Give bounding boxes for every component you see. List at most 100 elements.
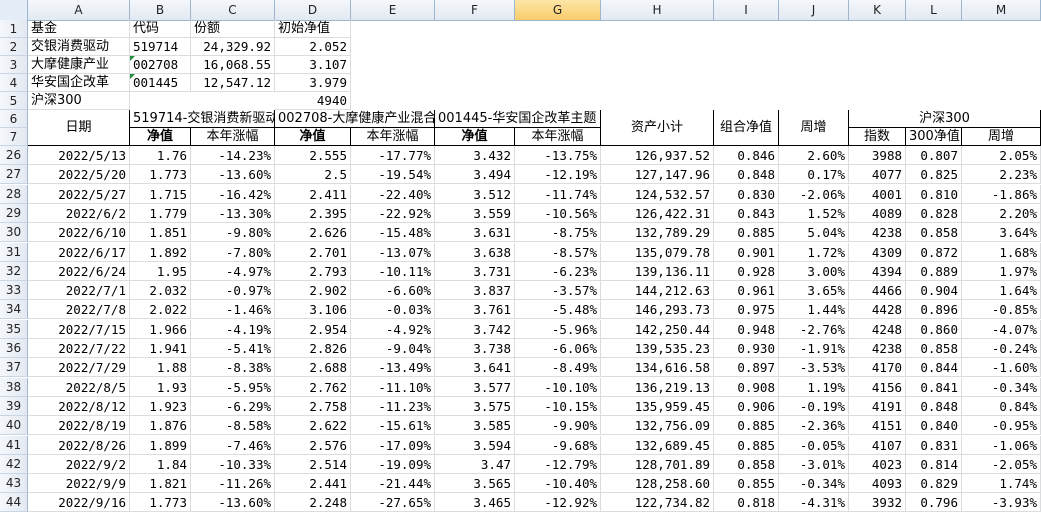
data-cell[interactable]: 128,701.89 bbox=[601, 455, 714, 474]
data-cell[interactable]: -16.42% bbox=[191, 185, 275, 204]
data-cell[interactable]: -0.95% bbox=[962, 416, 1041, 435]
data-cell[interactable]: 2.688 bbox=[275, 358, 351, 377]
data-cell[interactable]: 0.930 bbox=[714, 339, 779, 358]
data-cell[interactable]: -0.05% bbox=[779, 436, 849, 455]
data-cell[interactable]: 146,293.73 bbox=[601, 300, 714, 319]
data-cell[interactable]: 0.831 bbox=[906, 436, 962, 455]
data-cell[interactable]: 4089 bbox=[849, 204, 906, 223]
data-cell[interactable]: 3.837 bbox=[435, 281, 515, 300]
data-cell[interactable]: 2.555 bbox=[275, 146, 351, 165]
data-cell[interactable]: 1.941 bbox=[130, 339, 191, 358]
data-cell[interactable]: 126,937.52 bbox=[601, 146, 714, 165]
data-cell[interactable]: 0.17% bbox=[779, 165, 849, 184]
data-cell[interactable]: 128,258.60 bbox=[601, 474, 714, 493]
data-cell[interactable]: 0.858 bbox=[906, 339, 962, 358]
data-cell[interactable]: 0.848 bbox=[714, 165, 779, 184]
row-header-36[interactable]: 36 bbox=[0, 339, 28, 358]
data-cell[interactable]: 0.818 bbox=[714, 493, 779, 512]
assets-header-cell[interactable]: 资产小计 bbox=[601, 110, 714, 146]
data-cell[interactable]: -2.06% bbox=[779, 185, 849, 204]
data-cell[interactable]: 2.60% bbox=[779, 146, 849, 165]
data-cell[interactable]: 3.631 bbox=[435, 223, 515, 242]
fund-initial-nav-cell[interactable]: 3.979 bbox=[275, 74, 351, 92]
date-cell[interactable]: 2022/5/27 bbox=[28, 185, 130, 204]
fund-shares-cell[interactable]: 16,068.55 bbox=[191, 56, 275, 74]
fund3-header-cell[interactable]: 001445-华安国企改革主题 bbox=[435, 110, 601, 128]
date-cell[interactable]: 2022/9/9 bbox=[28, 474, 130, 493]
data-cell[interactable]: 2.826 bbox=[275, 339, 351, 358]
data-cell[interactable]: 2.954 bbox=[275, 320, 351, 339]
data-cell[interactable]: 1.966 bbox=[130, 320, 191, 339]
data-cell[interactable]: 0.885 bbox=[714, 416, 779, 435]
data-cell[interactable]: -11.74% bbox=[515, 185, 601, 204]
data-cell[interactable]: -8.49% bbox=[515, 358, 601, 377]
column-header-i[interactable]: I bbox=[714, 0, 779, 20]
data-cell[interactable]: 124,532.57 bbox=[601, 185, 714, 204]
data-cell[interactable]: 3.638 bbox=[435, 243, 515, 262]
data-cell[interactable]: 134,616.58 bbox=[601, 358, 714, 377]
data-cell[interactable]: 2.05% bbox=[962, 146, 1041, 165]
data-cell[interactable]: -10.33% bbox=[191, 455, 275, 474]
data-cell[interactable]: 2.758 bbox=[275, 397, 351, 416]
data-cell[interactable]: -2.76% bbox=[779, 320, 849, 339]
row-header-38[interactable]: 38 bbox=[0, 378, 28, 397]
data-cell[interactable]: 0.829 bbox=[906, 474, 962, 493]
sub-header-cell[interactable]: 本年涨幅 bbox=[351, 128, 435, 146]
data-cell[interactable]: -12.92% bbox=[515, 493, 601, 512]
data-cell[interactable]: -1.06% bbox=[962, 436, 1041, 455]
data-cell[interactable]: 126,422.31 bbox=[601, 204, 714, 223]
data-cell[interactable]: 2.032 bbox=[130, 281, 191, 300]
data-cell[interactable]: 1.821 bbox=[130, 474, 191, 493]
data-cell[interactable]: -22.92% bbox=[351, 204, 435, 223]
data-cell[interactable]: 4023 bbox=[849, 455, 906, 474]
data-cell[interactable]: 2.411 bbox=[275, 185, 351, 204]
data-cell[interactable]: -8.58% bbox=[191, 416, 275, 435]
data-cell[interactable]: 1.779 bbox=[130, 204, 191, 223]
data-cell[interactable]: -17.09% bbox=[351, 436, 435, 455]
data-cell[interactable]: -10.10% bbox=[515, 378, 601, 397]
data-cell[interactable]: 0.908 bbox=[714, 378, 779, 397]
data-cell[interactable]: 1.923 bbox=[130, 397, 191, 416]
data-cell[interactable]: -0.97% bbox=[191, 281, 275, 300]
row-header-5[interactable]: 5 bbox=[0, 92, 28, 110]
data-cell[interactable]: 4238 bbox=[849, 223, 906, 242]
sub-header-cell[interactable]: 指数 bbox=[849, 128, 906, 146]
column-header-h[interactable]: H bbox=[601, 0, 714, 20]
row-header-4[interactable]: 4 bbox=[0, 74, 28, 92]
data-cell[interactable]: 0.897 bbox=[714, 358, 779, 377]
data-cell[interactable]: -8.38% bbox=[191, 358, 275, 377]
date-cell[interactable]: 2022/8/19 bbox=[28, 416, 130, 435]
data-cell[interactable]: -15.48% bbox=[351, 223, 435, 242]
data-cell[interactable]: 1.68% bbox=[962, 243, 1041, 262]
sub-header-cell[interactable]: 净值 bbox=[275, 128, 351, 146]
data-cell[interactable]: 1.876 bbox=[130, 416, 191, 435]
data-cell[interactable]: -15.61% bbox=[351, 416, 435, 435]
data-cell[interactable]: 3.494 bbox=[435, 165, 515, 184]
data-cell[interactable]: 1.93 bbox=[130, 378, 191, 397]
data-cell[interactable]: -4.92% bbox=[351, 320, 435, 339]
column-header-l[interactable]: L bbox=[906, 0, 962, 20]
data-cell[interactable]: 3.559 bbox=[435, 204, 515, 223]
data-cell[interactable]: 1.76 bbox=[130, 146, 191, 165]
data-cell[interactable]: -10.40% bbox=[515, 474, 601, 493]
data-cell[interactable]: -5.95% bbox=[191, 378, 275, 397]
data-cell[interactable]: 1.715 bbox=[130, 185, 191, 204]
data-cell[interactable]: 0.855 bbox=[714, 474, 779, 493]
data-cell[interactable]: 4001 bbox=[849, 185, 906, 204]
data-cell[interactable]: 0.858 bbox=[714, 455, 779, 474]
row-header-43[interactable]: 43 bbox=[0, 474, 28, 493]
data-cell[interactable]: 2.395 bbox=[275, 204, 351, 223]
data-cell[interactable]: 3.738 bbox=[435, 339, 515, 358]
data-cell[interactable]: 132,689.45 bbox=[601, 436, 714, 455]
data-cell[interactable]: 3.577 bbox=[435, 378, 515, 397]
data-cell[interactable]: 4466 bbox=[849, 281, 906, 300]
data-cell[interactable]: -0.34% bbox=[962, 378, 1041, 397]
data-cell[interactable]: 0.961 bbox=[714, 281, 779, 300]
data-cell[interactable]: 1.773 bbox=[130, 493, 191, 512]
data-cell[interactable]: 0.858 bbox=[906, 223, 962, 242]
data-cell[interactable]: 5.04% bbox=[779, 223, 849, 242]
data-cell[interactable]: 0.848 bbox=[906, 397, 962, 416]
fund1-header-cell[interactable]: 519714-交银消费新驱动 bbox=[130, 110, 275, 128]
data-cell[interactable]: 139,136.11 bbox=[601, 262, 714, 281]
data-cell[interactable]: -7.80% bbox=[191, 243, 275, 262]
